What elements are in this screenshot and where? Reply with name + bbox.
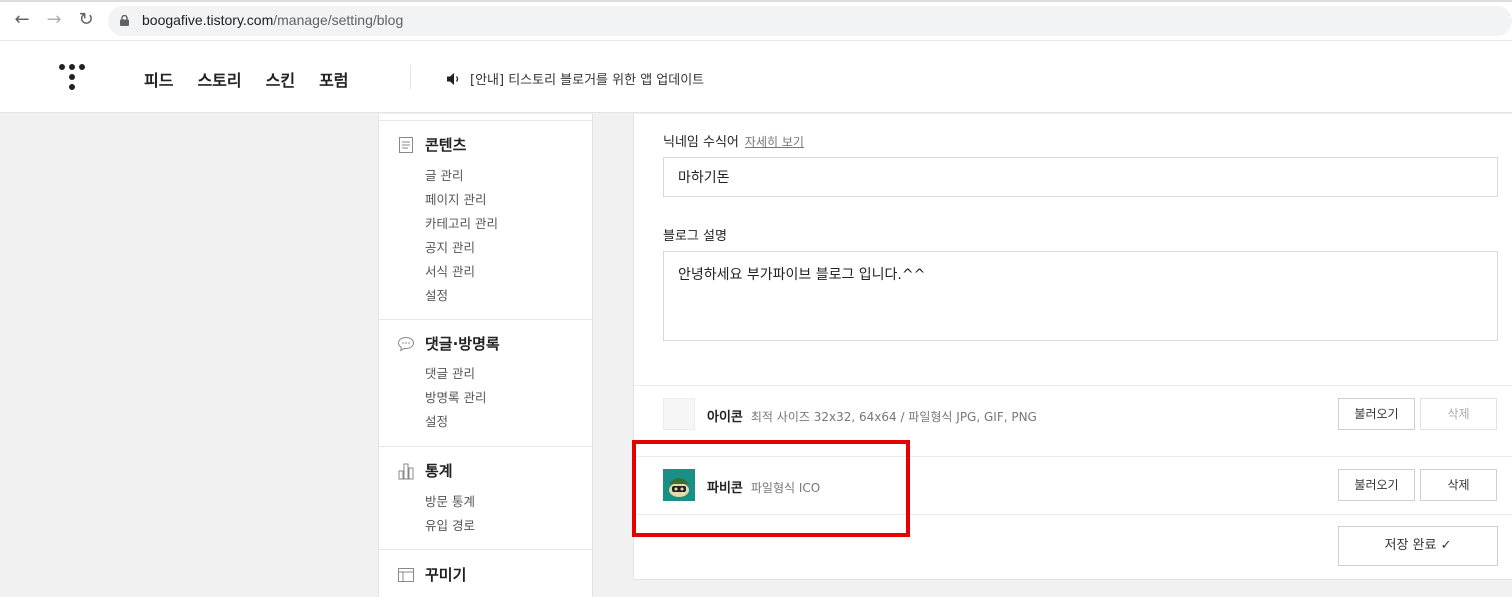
notice-link[interactable]: [안내] 티스토리 블로거를 위한 앱 업데이트 (446, 69, 704, 88)
nav-feed[interactable]: 피드 (144, 67, 173, 91)
check-icon: ✓ (1440, 538, 1452, 553)
url-host: boogafive.tistory.com (142, 12, 274, 28)
url-path: /manage/setting/blog (273, 12, 404, 28)
row-divider (634, 385, 1512, 386)
sidebar-item-referrers[interactable]: 유입 경로 (425, 515, 475, 534)
icon-desc: 최적 사이즈 32x32, 64x64 / 파일형식 JPG, GIF, PNG (750, 410, 1037, 424)
tab-strip-edge (0, 0, 1512, 2)
sidebar-group-stats: 통계 방문 통계 유입 경로 (379, 460, 592, 550)
document-icon (399, 136, 413, 153)
layout-icon (398, 567, 414, 582)
description-label: 블로그 설명 (663, 229, 727, 244)
sidebar-title-stats[interactable]: 통계 (397, 460, 453, 481)
sidebar-group-contents: 콘텐츠 글 관리 페이지 관리 카테고리 관리 공지 관리 서식 관리 설정 (379, 134, 592, 320)
sidebar-rule (379, 549, 592, 550)
sidebar-title-label: 꾸미기 (425, 566, 467, 584)
icon-label: 아이콘 (707, 410, 743, 425)
sidebar-item-guestbook[interactable]: 방명록 관리 (425, 387, 486, 406)
sidebar-title-design[interactable]: 꾸미기 (397, 564, 466, 585)
icon-thumbnail (663, 398, 695, 430)
sidebar: 콘텐츠 글 관리 페이지 관리 카테고리 관리 공지 관리 서식 관리 설정 댓… (378, 114, 593, 597)
favicon-highlight-box (632, 440, 910, 537)
sidebar-title-label: 통계 (425, 462, 453, 480)
nav-skin[interactable]: 스킨 (266, 67, 295, 91)
description-textarea[interactable]: 안녕하세요 부가파이브 블로그 입니다.^^ (663, 251, 1498, 341)
sidebar-item-pages[interactable]: 페이지 관리 (425, 189, 486, 208)
save-button[interactable]: 저장 완료 ✓ (1338, 526, 1498, 566)
site-header: 피드 스토리 스킨 포럼 [안내] 티스토리 블로거를 위한 앱 업데이트 (0, 41, 1512, 113)
sidebar-item-comment-settings[interactable]: 설정 (425, 411, 448, 430)
nickname-label: 닉네임 수식어 자세히 보기 (663, 131, 804, 150)
bar-chart-icon (398, 463, 414, 479)
tistory-logo-icon[interactable] (58, 63, 86, 91)
forward-arrow-icon[interactable]: → (44, 10, 64, 30)
back-arrow-icon[interactable]: ← (12, 10, 32, 30)
speaker-icon (447, 72, 459, 85)
sidebar-rule (379, 319, 592, 320)
favicon-delete-button[interactable]: 삭제 (1420, 469, 1497, 501)
icon-load-button[interactable]: 불러오기 (1338, 398, 1415, 430)
nav-story[interactable]: 스토리 (197, 67, 241, 91)
header-divider (410, 65, 411, 89)
sidebar-title-contents[interactable]: 콘텐츠 (397, 134, 466, 155)
sidebar-item-notices[interactable]: 공지 관리 (425, 237, 475, 256)
nickname-input[interactable] (663, 157, 1498, 197)
sidebar-title-comments[interactable]: 댓글·방명록 (397, 333, 500, 354)
browser-toolbar: ← → ↻ boogafive.tistory.com/manage/setti… (0, 0, 1512, 41)
sidebar-item-visits[interactable]: 방문 통계 (425, 491, 475, 510)
sidebar-item-comments[interactable]: 댓글 관리 (425, 363, 475, 382)
detail-link[interactable]: 자세히 보기 (745, 135, 804, 149)
nickname-label-text: 닉네임 수식어 (663, 135, 739, 150)
reload-icon[interactable]: ↻ (76, 10, 96, 30)
icon-delete-button[interactable]: 삭제 (1420, 398, 1497, 430)
sidebar-title-label: 콘텐츠 (425, 136, 467, 154)
notice-text: [안내] 티스토리 블로거를 위한 앱 업데이트 (470, 73, 705, 88)
nav-forum[interactable]: 포럼 (319, 67, 348, 91)
sidebar-item-posts[interactable]: 글 관리 (425, 165, 463, 184)
speech-bubble-icon (397, 336, 415, 351)
sidebar-group-design: 꾸미기 (379, 564, 592, 597)
sidebar-rule (379, 446, 592, 447)
sidebar-rule (379, 120, 592, 121)
sidebar-item-templates[interactable]: 서식 관리 (425, 261, 475, 280)
icon-row-label: 아이콘 최적 사이즈 32x32, 64x64 / 파일형식 JPG, GIF, … (707, 406, 1037, 425)
global-nav: 피드 스토리 스킨 포럼 (144, 67, 349, 91)
sidebar-item-categories[interactable]: 카테고리 관리 (425, 213, 498, 232)
url-text[interactable]: boogafive.tistory.com/manage/setting/blo… (142, 12, 403, 28)
sidebar-group-comments: 댓글·방명록 댓글 관리 방명록 관리 설정 (379, 333, 592, 447)
sidebar-item-content-settings[interactable]: 설정 (425, 285, 448, 304)
save-button-label: 저장 완료 (1384, 538, 1437, 553)
favicon-load-button[interactable]: 불러오기 (1338, 469, 1415, 501)
address-bar[interactable]: boogafive.tistory.com/manage/setting/blo… (108, 6, 1512, 36)
sidebar-title-label: 댓글·방명록 (425, 335, 500, 353)
lock-icon (120, 15, 129, 26)
